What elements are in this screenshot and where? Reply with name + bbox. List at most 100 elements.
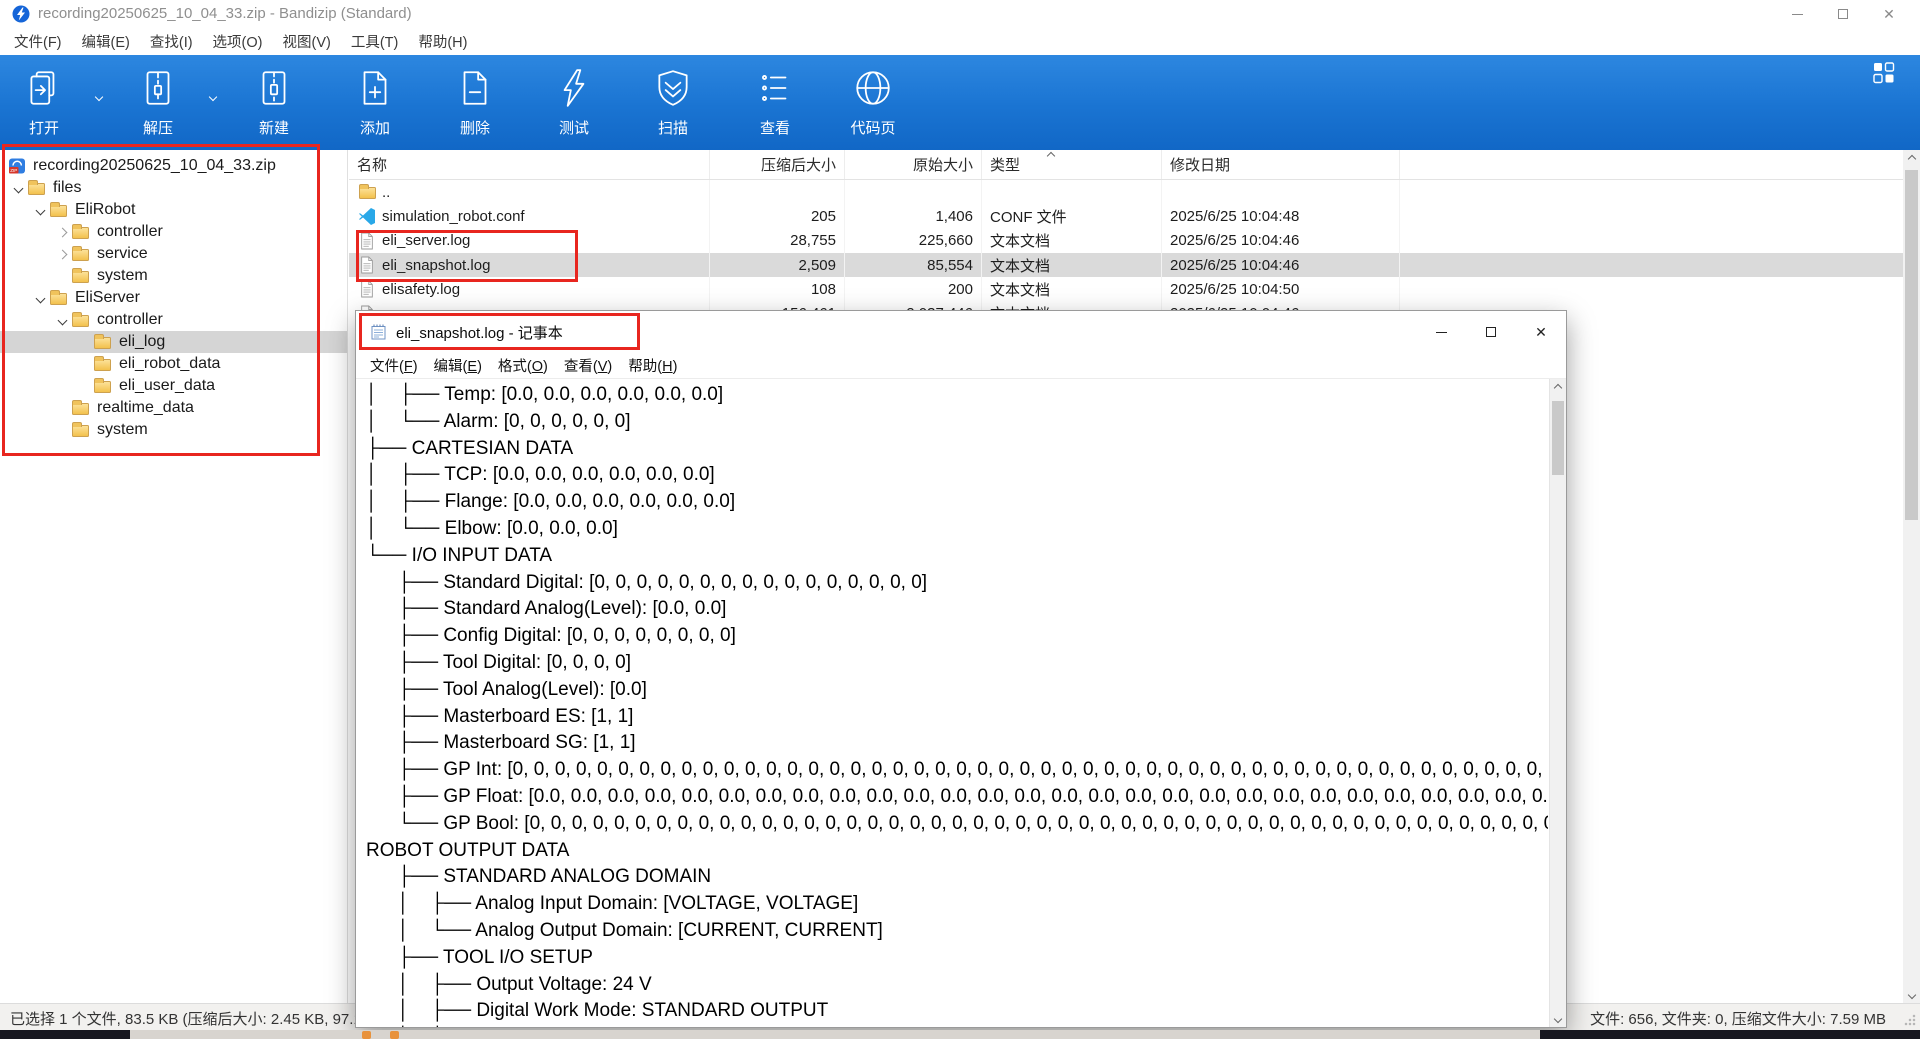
notepad-scrollbar[interactable] [1549, 379, 1566, 1027]
tree-item[interactable]: EliServer [0, 287, 347, 309]
toolbar-button-extract[interactable]: 解压 [112, 63, 204, 147]
test-icon [553, 67, 595, 109]
file-cell-type [982, 180, 1162, 204]
notepad-text-line: ├── CARTESIAN DATA [366, 436, 1548, 463]
notepad-text-line: │ ├── Temp: [0.0, 0.0, 0.0, 0.0, 0.0, 0.… [366, 382, 1548, 409]
tree-item-label: EliRobot [75, 201, 135, 219]
toolbar-button-codepage[interactable]: 代码页 [827, 63, 919, 147]
taskbar-icon[interactable] [362, 1031, 371, 1039]
column-header-modified[interactable]: 修改日期 [1162, 150, 1400, 179]
notepad-text-line: ├── Masterboard SG: [1, 1] [366, 730, 1548, 757]
notepad-minimize-button[interactable] [1416, 311, 1466, 353]
notepad-text-area[interactable]: │ ├── Temp: [0.0, 0.0, 0.0, 0.0, 0.0, 0.… [357, 379, 1548, 1027]
chevron-right-icon[interactable] [52, 229, 72, 236]
file-cell-original: 200 [845, 277, 982, 301]
toolbar-button-scan[interactable]: 扫描 [627, 63, 719, 147]
close-button[interactable]: ✕ [1866, 0, 1912, 28]
notepad-close-button[interactable]: ✕ [1516, 311, 1566, 353]
notepad-menu-item[interactable]: 编辑(E) [426, 355, 490, 376]
layout-grid-icon[interactable] [1872, 61, 1898, 87]
notepad-menu-item[interactable]: 格式(O) [490, 355, 556, 376]
chevron-down-icon[interactable] [52, 317, 72, 324]
menu-item[interactable]: 文件(F) [4, 28, 72, 55]
column-header-original[interactable]: 原始大小 [845, 150, 982, 179]
notepad-text-line: ├── TOOL I/O SETUP [366, 945, 1548, 972]
tree-item[interactable]: ZIPrecording20250625_10_04_33.zip [0, 155, 347, 177]
notepad-maximize-button[interactable] [1466, 311, 1516, 353]
tree-item[interactable]: system [0, 419, 347, 441]
toolbar-label: 代码页 [850, 117, 895, 138]
file-row[interactable]: eli_server.log28,755225,660文本文档2025/6/25… [349, 229, 1903, 253]
file-list-scrollbar[interactable] [1903, 150, 1920, 1003]
toolbar-label: 测试 [559, 117, 589, 138]
folder-icon [72, 268, 92, 284]
chevron-down-icon[interactable] [96, 87, 102, 105]
notepad-titlebar[interactable]: eli_snapshot.log - 记事本 ✕ [356, 311, 1566, 353]
toolbar-label: 新建 [259, 117, 289, 138]
tree-item[interactable]: eli_user_data [0, 375, 347, 397]
toolbar-button-test[interactable]: 测试 [528, 63, 620, 147]
notepad-text-line: │ └── Input Analog Domain: VOLTAGE [366, 1025, 1548, 1027]
toolbar-label: 扫描 [658, 117, 688, 138]
toolbar-button-new-archive[interactable]: 新建 [228, 63, 320, 147]
menu-item[interactable]: 视图(V) [272, 28, 340, 55]
tree-item[interactable]: controller [0, 221, 347, 243]
menu-item[interactable]: 工具(T) [341, 28, 409, 55]
toolbar-button-open[interactable]: 打开 [0, 63, 90, 147]
tree-item[interactable]: service [0, 243, 347, 265]
scroll-down-icon[interactable] [1550, 1010, 1566, 1027]
menu-item[interactable]: 选项(O) [203, 28, 273, 55]
notepad-text-line: │ ├── Digital Work Mode: STANDARD OUTPUT [366, 998, 1548, 1025]
notepad-text-line: │ ├── TCP: [0.0, 0.0, 0.0, 0.0, 0.0, 0.0… [366, 462, 1548, 489]
chevron-right-icon[interactable] [52, 251, 72, 258]
notepad-text-line: ├── STANDARD ANALOG DOMAIN [366, 864, 1548, 891]
file-row[interactable]: eli_snapshot.log2,50985,554文本文档2025/6/25… [349, 253, 1903, 277]
maximize-icon [1486, 327, 1496, 337]
minimize-button[interactable] [1774, 0, 1820, 28]
notepad-menu-item[interactable]: 文件(F) [362, 355, 426, 376]
notepad-text-line: └── GP Bool: [0, 0, 0, 0, 0, 0, 0, 0, 0,… [366, 811, 1548, 838]
column-header-type[interactable]: 类型 [982, 150, 1162, 179]
scroll-up-icon[interactable] [1550, 379, 1566, 396]
file-row[interactable]: simulation_robot.conf2051,406CONF 文件2025… [349, 204, 1903, 228]
chevron-down-icon[interactable] [8, 185, 28, 192]
scrollbar-thumb[interactable] [1905, 170, 1918, 520]
scroll-up-icon[interactable] [1903, 150, 1920, 167]
notepad-menu-item[interactable]: 查看(V) [556, 355, 620, 376]
menu-item[interactable]: 编辑(E) [72, 28, 140, 55]
scrollbar-thumb[interactable] [1552, 401, 1564, 475]
resize-grip[interactable] [1904, 1014, 1916, 1026]
file-cell-modified: 2025/6/25 10:04:48 [1162, 204, 1400, 228]
tree-item[interactable]: eli_log [0, 331, 347, 353]
column-header-name[interactable]: 名称 [349, 150, 710, 179]
menu-item[interactable]: 查找(I) [140, 28, 203, 55]
maximize-button[interactable] [1820, 0, 1866, 28]
scroll-down-icon[interactable] [1903, 986, 1920, 1003]
file-row[interactable]: elisafety.log108200文本文档2025/6/25 10:04:5… [349, 277, 1903, 301]
tree-item-label: EliServer [75, 289, 140, 307]
toolbar-button-delete[interactable]: 删除 [429, 63, 521, 147]
chevron-down-icon[interactable] [30, 295, 50, 302]
file-cell-compressed: 2,509 [710, 253, 845, 277]
vscode-file-icon [357, 206, 377, 226]
toolbar-button-add[interactable]: 添加 [329, 63, 421, 147]
tree-item[interactable]: files [0, 177, 347, 199]
tree-item[interactable]: eli_robot_data [0, 353, 347, 375]
file-cell-compressed: 205 [710, 204, 845, 228]
taskbar[interactable] [0, 1030, 1920, 1039]
folder-icon [94, 334, 114, 350]
delete-icon [454, 67, 496, 109]
column-header-compressed[interactable]: 压缩后大小 [710, 150, 845, 179]
tree-item[interactable]: system [0, 265, 347, 287]
tree-item[interactable]: realtime_data [0, 397, 347, 419]
chevron-down-icon[interactable] [210, 87, 216, 105]
toolbar-button-view[interactable]: 查看 [729, 63, 821, 147]
taskbar-icon[interactable] [390, 1031, 399, 1039]
tree-item[interactable]: controller [0, 309, 347, 331]
chevron-down-icon[interactable] [30, 207, 50, 214]
notepad-menu-item[interactable]: 帮助(H) [620, 355, 685, 376]
file-row[interactable]: .. [349, 180, 1903, 204]
menu-item[interactable]: 帮助(H) [408, 28, 477, 55]
tree-item[interactable]: EliRobot [0, 199, 347, 221]
archive-summary-status: 文件: 656, 文件夹: 0, 压缩文件大小: 7.59 MB [1590, 1008, 1886, 1029]
